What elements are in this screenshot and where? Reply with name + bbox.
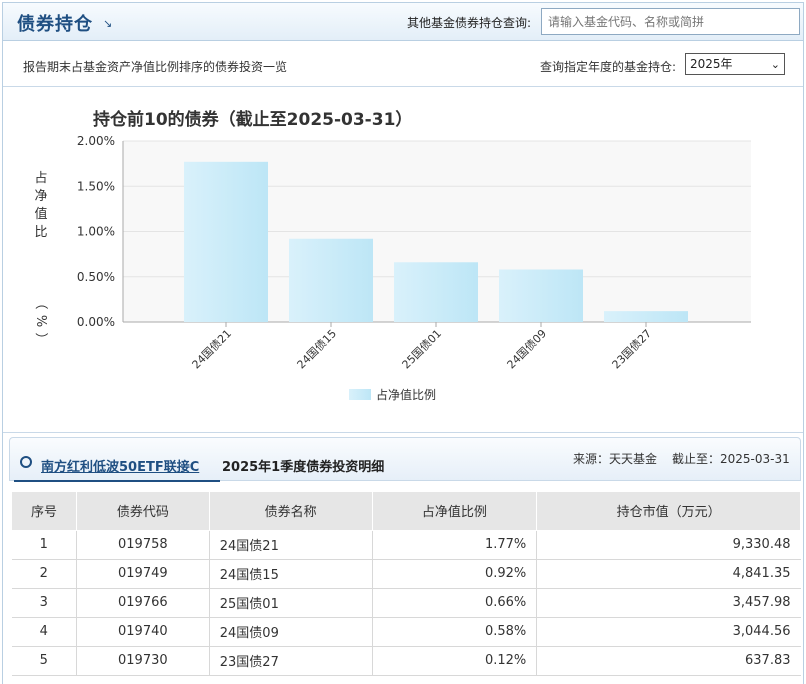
circle-bullet-icon	[20, 456, 32, 468]
x-tick-label: 25国债01	[399, 326, 444, 371]
bond-code: 019730	[76, 646, 210, 676]
y-tick-label: 0.00%	[77, 315, 115, 329]
row-index: 4	[11, 617, 77, 647]
bond-name: 23国债27	[209, 646, 373, 676]
market-value: 9,330.48	[536, 530, 801, 560]
net-asset-ratio: 0.66%	[372, 588, 538, 618]
panel-title: 债券持仓	[17, 14, 93, 35]
filter-bar: 报告期末占基金资产净值比例排序的债券投资一览 查询指定年度的基金持仓: 2025…	[3, 41, 803, 87]
expand-arrow-icon[interactable]: ↘	[103, 17, 112, 30]
y-tick-label: 1.00%	[77, 225, 115, 239]
net-asset-ratio: 0.58%	[372, 617, 538, 647]
legend-label: 占净值比例	[376, 387, 436, 402]
fund-name-link[interactable]: 南方红利低波50ETF联接C	[41, 456, 199, 475]
y-axis-label-char: 比	[34, 225, 47, 240]
y-tick-label: 2.00%	[77, 134, 115, 148]
market-value: 4,841.35	[536, 559, 801, 589]
table-row: 1 019758 24国债21 1.77% 9,330.48	[11, 530, 801, 560]
table-row: 5 019730 23国债27 0.12% 637.83	[11, 646, 801, 676]
y-axis-label-char: 占	[34, 171, 47, 186]
panel-header: 债券持仓 ↘ 其他基金债券持仓查询:	[3, 3, 803, 41]
detail-header: 南方红利低波50ETF联接C 2025年1季度债券投资明细 来源：天天基金 截止…	[9, 437, 801, 482]
y-tick-label: 0.50%	[77, 270, 115, 284]
chart-title: 持仓前10的债券（截止至2025-03-31）	[93, 109, 412, 130]
column-header: 持仓市值（万元）	[536, 492, 801, 531]
holdings-description: 报告期末占基金资产净值比例排序的债券投资一览	[23, 60, 288, 74]
bar	[604, 311, 688, 322]
bond-name: 24国债09	[209, 617, 373, 647]
bond-code: 019766	[76, 588, 210, 618]
year-select-value: 2025年	[690, 57, 733, 71]
holdings-table: 序号 债券代码 债券名称 占净值比例 持仓市值（万元） 1 019758 24国…	[11, 492, 801, 676]
bar	[289, 238, 373, 322]
holdings-chart: 持仓前10的债券（截止至2025-03-31） 0.00% 0.50% 1.00% 1.…	[3, 87, 803, 433]
y-tick-label: 1.50%	[77, 179, 115, 193]
row-index: 5	[11, 646, 77, 676]
year-select-label: 查询指定年度的基金持仓:	[540, 60, 677, 74]
bar-chart: 持仓前10的债券（截止至2025-03-31） 0.00% 0.50% 1.00% 1.…	[33, 109, 751, 402]
net-asset-ratio: 0.92%	[372, 559, 538, 589]
holdings-detail: 南方红利低波50ETF联接C 2025年1季度债券投资明细 来源：天天基金 截止…	[9, 437, 801, 684]
net-asset-ratio: 1.77%	[372, 530, 538, 560]
quarter-title: 2025年1季度债券投资明细	[222, 460, 385, 475]
year-select[interactable]: 2025年 ⌄	[685, 53, 785, 75]
bar	[499, 269, 583, 322]
x-tick-label: 24国债09	[504, 326, 549, 371]
table-row: 4 019740 24国债09 0.58% 3,044.56	[11, 617, 801, 647]
market-value: 3,044.56	[536, 617, 801, 647]
y-axis-label-char: ）	[33, 332, 48, 345]
table-row: 3 019766 25国债01 0.66% 3,457.98	[11, 588, 801, 618]
y-axis-label-char: 值	[34, 206, 47, 222]
fund-search-input[interactable]	[541, 8, 800, 35]
bond-code: 019749	[76, 559, 210, 589]
legend-swatch	[349, 389, 371, 400]
column-header: 债券名称	[208, 492, 373, 531]
table-row: 2 019749 24国债15 0.92% 4,841.35	[11, 559, 801, 589]
bond-code: 019740	[76, 617, 210, 647]
y-axis-label-char: 净	[34, 189, 47, 204]
column-header: 序号	[11, 492, 77, 531]
row-index: 1	[11, 530, 77, 560]
market-value: 3,457.98	[536, 588, 801, 618]
bond-code: 019758	[76, 530, 210, 560]
source-label: 来源：天天基金	[573, 452, 658, 466]
as-of-date: 截止至：2025-03-31	[672, 452, 790, 466]
column-header: 债券代码	[75, 492, 210, 531]
table-header-row: 序号 债券代码 债券名称 占净值比例 持仓市值（万元）	[11, 492, 801, 531]
bond-name: 24国债15	[209, 559, 373, 589]
bond-name: 25国债01	[209, 588, 373, 618]
y-axis-label-char: （	[33, 296, 48, 309]
chevron-down-icon: ⌄	[770, 58, 780, 71]
x-tick-label: 23国债27	[609, 326, 654, 371]
x-tick-label: 24国债15	[294, 326, 339, 371]
fund-search-label: 其他基金债券持仓查询:	[407, 16, 532, 30]
market-value: 637.83	[536, 646, 801, 676]
row-index: 2	[11, 559, 77, 589]
bond-name: 24国债21	[209, 530, 373, 560]
net-asset-ratio: 0.12%	[372, 646, 538, 676]
bar	[184, 161, 268, 322]
y-axis-label-char: %	[33, 315, 48, 327]
column-header: 占净值比例	[371, 492, 538, 531]
x-tick-label: 24国债21	[189, 326, 234, 371]
title-underline	[14, 480, 220, 482]
row-index: 3	[11, 588, 77, 618]
bond-holdings-panel: 债券持仓 ↘ 其他基金债券持仓查询: 报告期末占基金资产净值比例排序的债券投资一…	[2, 2, 804, 684]
bar	[394, 262, 478, 322]
